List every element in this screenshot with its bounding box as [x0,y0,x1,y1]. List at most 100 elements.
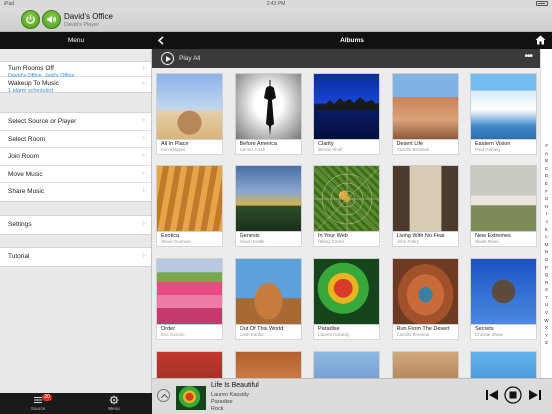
album-artist: Dennis Cash [239,147,266,152]
speaker-icon [47,15,56,24]
alpha-letter[interactable]: W [541,317,552,325]
album-tile[interactable]: Desert Life Castillo Bromian [391,73,459,155]
album-cover [391,351,459,378]
home-icon[interactable] [535,35,546,45]
menu-item-move-music[interactable]: Move Music › [0,166,151,183]
album-tile[interactable]: Living With No Fear John Fabry [391,165,459,247]
nav-menu[interactable]: Menu [94,395,134,411]
album-tile[interactable]: Eastern Vision Paul Gohleg [470,73,537,155]
alpha-letter[interactable]: M [541,241,552,249]
alpha-letter[interactable]: N [541,248,552,256]
album-tile[interactable] [234,351,302,378]
alpha-letter[interactable]: V [541,309,552,317]
album-tile[interactable]: Run From The Desert Castillo Bromian [391,258,459,340]
album-tile[interactable]: Order Eric Carson [156,258,223,340]
chevron-right-icon: › [142,134,145,142]
alphabet-index-spacer [541,49,552,142]
alpha-letter[interactable]: T [541,294,552,302]
album-cover [234,258,302,325]
battery-icon [536,1,548,6]
album-artist: Lauren Kassidy [318,332,350,337]
alpha-letter[interactable]: A [541,150,552,158]
album-tile[interactable]: Before America Dennis Cash [234,73,302,155]
album-tile[interactable]: Secrets Christie Shaw [470,258,537,340]
menu-group-music: Select Source or Player › Select Room › … [0,112,151,202]
power-button[interactable] [21,10,40,29]
album-artist: Alison Kettle [239,239,265,244]
menu-item-sublabel: 1 alarm scheduled [8,87,53,94]
album-tile[interactable]: Out Of This World Leah Kantor [234,258,302,340]
clock: 2:43 PM [266,1,286,7]
album-tile[interactable]: New Extremes Wade Reed [470,165,537,247]
album-tile[interactable]: All In Place Kim Klapper [156,73,223,155]
alpha-letter[interactable]: U [541,301,552,309]
album-cover [391,73,459,140]
gear-icon [109,395,119,405]
now-playing-cover[interactable] [176,386,206,410]
album-cover [313,165,380,232]
menu-item-select-source[interactable]: Select Source or Player › [0,113,151,131]
album-artist: John Fabry [396,239,420,244]
alpha-letter[interactable]: B [541,157,552,165]
nav-source-label: Source [30,406,46,411]
more-options-icon[interactable]: ••• [524,51,532,62]
album-tile[interactable]: Paradise Lauren Kassidy [313,258,380,340]
album-tile[interactable]: Exotica Steve Gunman [156,165,223,247]
alpha-letter[interactable]: S [541,286,552,294]
album-tile[interactable]: Clarity Bernie Sholl [313,73,380,155]
menu-item-turn-rooms-off[interactable]: Turn Rooms Off David's Office, Jodi's Of… [0,62,151,79]
alpha-letter[interactable]: D [541,172,552,180]
album-artist: Leah Kantor [239,332,265,337]
menu-item-share-music[interactable]: Share Music › [0,183,151,201]
album-tile[interactable] [391,351,459,378]
play-all-icon[interactable] [161,52,174,65]
alpha-letter[interactable]: # [541,142,552,150]
stop-button[interactable] [504,386,522,404]
album-tile[interactable]: In Your Web Hillary Carter [313,165,380,247]
status-bar: iPad 2:43 PM [0,0,552,8]
album-tile[interactable] [313,351,380,378]
nav-source[interactable]: Source 20 [18,394,58,411]
alpha-letter[interactable]: I [541,210,552,218]
expand-player-button[interactable] [157,389,170,402]
chevron-right-icon: › [142,252,145,259]
alpha-letter[interactable]: C [541,165,552,173]
play-all-button[interactable]: Play All [179,55,200,62]
alpha-letter[interactable]: Q [541,271,552,279]
album-tile[interactable]: Genesis Alison Kettle [234,165,302,247]
menu-item-wakeup-to-music[interactable]: Wakeup To Music 1 alarm scheduled › [0,77,151,94]
volume-button[interactable] [42,10,61,29]
alpha-letter[interactable]: L [541,233,552,241]
menu-item-tutorial[interactable]: Tutorial › [0,248,151,266]
alpha-letter[interactable]: Y [541,332,552,340]
menu-item-label: Select Source or Player [8,118,77,125]
room-title[interactable]: David's Office [64,12,113,21]
previous-button[interactable] [485,388,499,402]
alpha-letter[interactable]: Z [541,339,552,347]
alphabet-index[interactable]: # A B C D E F G H I J K L M N O P Q R S … [540,49,552,378]
album-cover [391,165,459,232]
alpha-letter[interactable]: P [541,264,552,272]
next-button[interactable] [528,388,542,402]
alpha-letter[interactable]: G [541,195,552,203]
alpha-letter[interactable]: H [541,203,552,211]
chevron-right-icon: › [142,65,145,72]
album-tile[interactable] [156,351,223,378]
menu-item-label: Turn Rooms Off [8,65,54,72]
alpha-letter[interactable]: J [541,218,552,226]
alpha-letter[interactable]: E [541,180,552,188]
alpha-letter[interactable]: F [541,188,552,196]
album-cover [470,73,537,140]
left-menu: Turn Rooms Off David's Office, Jodi's Of… [0,49,152,393]
alpha-letter[interactable]: O [541,256,552,264]
now-playing-artist: Lauren Kassidy [211,392,249,398]
album-cover [156,73,223,140]
menu-item-join-room[interactable]: Join Room › [0,148,151,166]
alpha-letter[interactable]: K [541,226,552,234]
album-tile[interactable] [470,351,537,378]
menu-item-select-room[interactable]: Select Room › [0,131,151,148]
menu-item-settings[interactable]: Settings › [0,216,151,234]
page-title: Albums [340,37,364,44]
alpha-letter[interactable]: X [541,324,552,332]
alpha-letter[interactable]: R [541,279,552,287]
